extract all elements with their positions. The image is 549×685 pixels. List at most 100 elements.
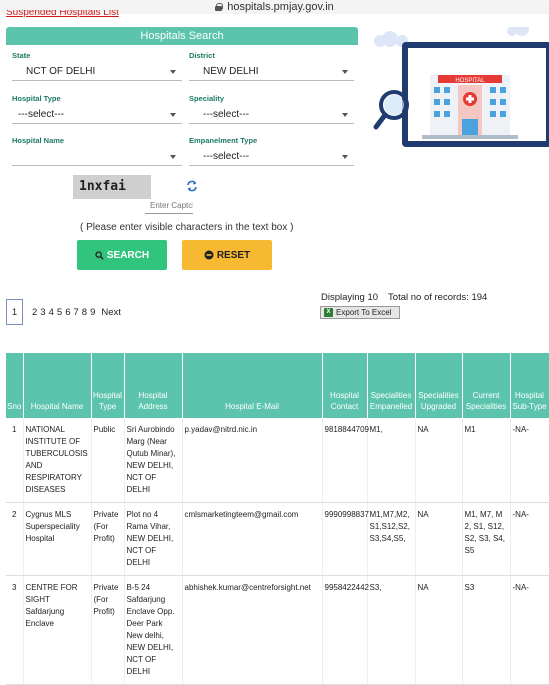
- reset-button-label: RESET: [216, 249, 251, 261]
- cell-hospital-type: Private (For Profit): [91, 502, 125, 576]
- cell-specialities-upgraded: NA: [415, 575, 463, 685]
- total-records: Total no of records: 194: [388, 292, 488, 303]
- suspended-hospitals-link[interactable]: Suspended Hospitals List: [6, 10, 119, 18]
- cell-hospital-name[interactable]: Cygnus MLS Superspeciality Hospital: [23, 502, 92, 576]
- cell-specialities-upgraded: NA: [415, 418, 463, 503]
- speciality-label: Speciality: [189, 94, 225, 103]
- table-row: 2 Cygnus MLS Superspeciality Hospital Pr…: [6, 502, 549, 576]
- cell-specialities-empanelled: M1,: [367, 418, 416, 503]
- cell-contact: 9958422442: [322, 575, 369, 685]
- cell-sno: 3: [6, 575, 24, 685]
- table-header-row: Sno Hospital Name Hospital Type Hospital…: [6, 353, 549, 418]
- column-header: Hospital E-Mail: [182, 353, 323, 418]
- empanelment-type-select[interactable]: ---select---: [189, 148, 354, 166]
- chevron-down-icon: [170, 70, 176, 74]
- cell-email: cmlsmarketingteem@gmail.com: [182, 502, 323, 576]
- table-row: 1 NATIONAL INSTITUTE OF TUBERCULOSIS AND…: [6, 418, 549, 503]
- captcha-hint: ( Please enter visible characters in the…: [80, 222, 294, 233]
- browser-url: hospitals.pmjay.gov.in: [227, 1, 334, 13]
- reset-button[interactable]: RESET: [182, 240, 272, 270]
- cell-current-specialities: S3: [462, 575, 511, 685]
- district-value: NEW DELHI: [203, 66, 259, 77]
- excel-icon: X: [324, 308, 333, 317]
- search-button-label: SEARCH: [106, 249, 150, 261]
- reset-icon: [204, 250, 214, 260]
- cell-specialities-empanelled: M1,M7,M2, S1,S12,S2, S3,S4,S5,: [367, 502, 416, 576]
- page-link[interactable]: 8: [82, 307, 87, 318]
- page-link[interactable]: 6: [65, 307, 70, 318]
- lock-icon: [215, 3, 224, 11]
- page-link[interactable]: 5: [57, 307, 62, 318]
- cell-hospital-type: Public: [91, 418, 125, 503]
- column-header: Specialities Upgraded: [415, 353, 463, 418]
- speciality-select[interactable]: ---select---: [189, 106, 354, 124]
- displaying-count: Displaying 10: [321, 292, 379, 303]
- hospital-illustration: HOSPITAL: [373, 27, 549, 147]
- empanelment-type-value: ---select---: [203, 151, 250, 162]
- empanelment-type-label: Empanelment Type: [189, 136, 258, 145]
- page-link[interactable]: 4: [49, 307, 54, 318]
- column-header: Hospital Address: [124, 353, 183, 418]
- next-page-link[interactable]: Next: [101, 307, 121, 318]
- export-excel-button[interactable]: X Export To Excel: [320, 306, 400, 319]
- refresh-icon[interactable]: [186, 180, 198, 192]
- page-link[interactable]: 2: [32, 307, 37, 318]
- hospital-name-select[interactable]: [12, 148, 182, 166]
- page-link[interactable]: 3: [40, 307, 45, 318]
- hospitals-table: Sno Hospital Name Hospital Type Hospital…: [6, 353, 549, 685]
- cell-contact: 9990998837: [322, 502, 369, 576]
- column-header: Hospital Name: [23, 353, 92, 418]
- search-button[interactable]: SEARCH: [77, 240, 167, 270]
- page-link[interactable]: 7: [73, 307, 78, 318]
- chevron-down-icon: [170, 155, 176, 159]
- cell-address: Plot no 4 Rama Vihar, NEW DELHI, NCT OF …: [124, 502, 183, 576]
- cell-sno: 1: [6, 418, 24, 503]
- cell-sno: 2: [6, 502, 24, 576]
- cell-current-specialities: M1, M7, M 2, S1, S12, S2, S3, S4, S5: [462, 502, 511, 576]
- column-header: Hospital Sub-Type: [510, 353, 549, 418]
- cell-sub-type: -NA-: [510, 502, 549, 576]
- chevron-down-icon: [170, 113, 176, 117]
- cell-email: p.yadav@nitrd.nic.in: [182, 418, 323, 503]
- column-header: Sno: [6, 353, 24, 418]
- captcha-image: 1nxfai: [73, 175, 151, 199]
- speciality-value: ---select---: [203, 109, 250, 120]
- export-excel-label: Export To Excel: [336, 308, 392, 317]
- state-value: NCT OF DELHI: [26, 66, 96, 77]
- district-label: District: [189, 51, 215, 60]
- column-header: Current Specialities: [462, 353, 511, 418]
- column-header: Hospital Type: [91, 353, 125, 418]
- district-select[interactable]: NEW DELHI: [189, 63, 354, 81]
- cell-hospital-name[interactable]: CENTRE FOR SIGHT Safdarjung Enclave: [23, 575, 92, 685]
- cell-specialities-upgraded: NA: [415, 502, 463, 576]
- hospital-type-value: ---select---: [18, 109, 65, 120]
- cell-current-specialities: M1: [462, 418, 511, 503]
- captcha-input[interactable]: [145, 198, 193, 214]
- records-summary: Displaying 10 Total no of records: 194: [321, 292, 487, 303]
- page-link[interactable]: 9: [90, 307, 95, 318]
- cell-sub-type: -NA-: [510, 575, 549, 685]
- hospital-type-label: Hospital Type: [12, 94, 61, 103]
- pagination: 1 2 3 4 5 6 7 8 9 Next: [6, 299, 121, 325]
- cell-specialities-empanelled: S3,: [367, 575, 416, 685]
- cell-contact: 9818844709: [322, 418, 369, 503]
- cell-email: abhishek.kumar@centreforsight.net: [182, 575, 323, 685]
- cell-address: Sri Aurobindo Marg (Near Qutub Minar), N…: [124, 418, 183, 503]
- column-header: Hospital Contact: [322, 353, 368, 418]
- chevron-down-icon: [342, 113, 348, 117]
- state-label: State: [12, 51, 31, 60]
- column-header: Specialities Empanelled: [367, 353, 416, 418]
- search-icon: [95, 250, 104, 260]
- panel-title: Hospitals Search: [6, 27, 358, 45]
- hospital-type-select[interactable]: ---select---: [12, 106, 182, 124]
- hospital-sign: HOSPITAL: [455, 78, 485, 84]
- table-row: 3 CENTRE FOR SIGHT Safdarjung Enclave Pr…: [6, 575, 549, 685]
- page-current[interactable]: 1: [6, 299, 23, 325]
- cell-hospital-type: Private (For Profit): [91, 575, 125, 685]
- chevron-down-icon: [342, 70, 348, 74]
- cell-sub-type: -NA-: [510, 418, 549, 503]
- cell-address: B-5 24 Safdarjung Enclave Opp. Deer Park…: [124, 575, 183, 685]
- cell-hospital-name[interactable]: NATIONAL INSTITUTE OF TUBERCULOSIS AND R…: [23, 418, 92, 503]
- state-select[interactable]: NCT OF DELHI: [12, 63, 182, 81]
- hospital-name-label: Hospital Name: [12, 136, 65, 145]
